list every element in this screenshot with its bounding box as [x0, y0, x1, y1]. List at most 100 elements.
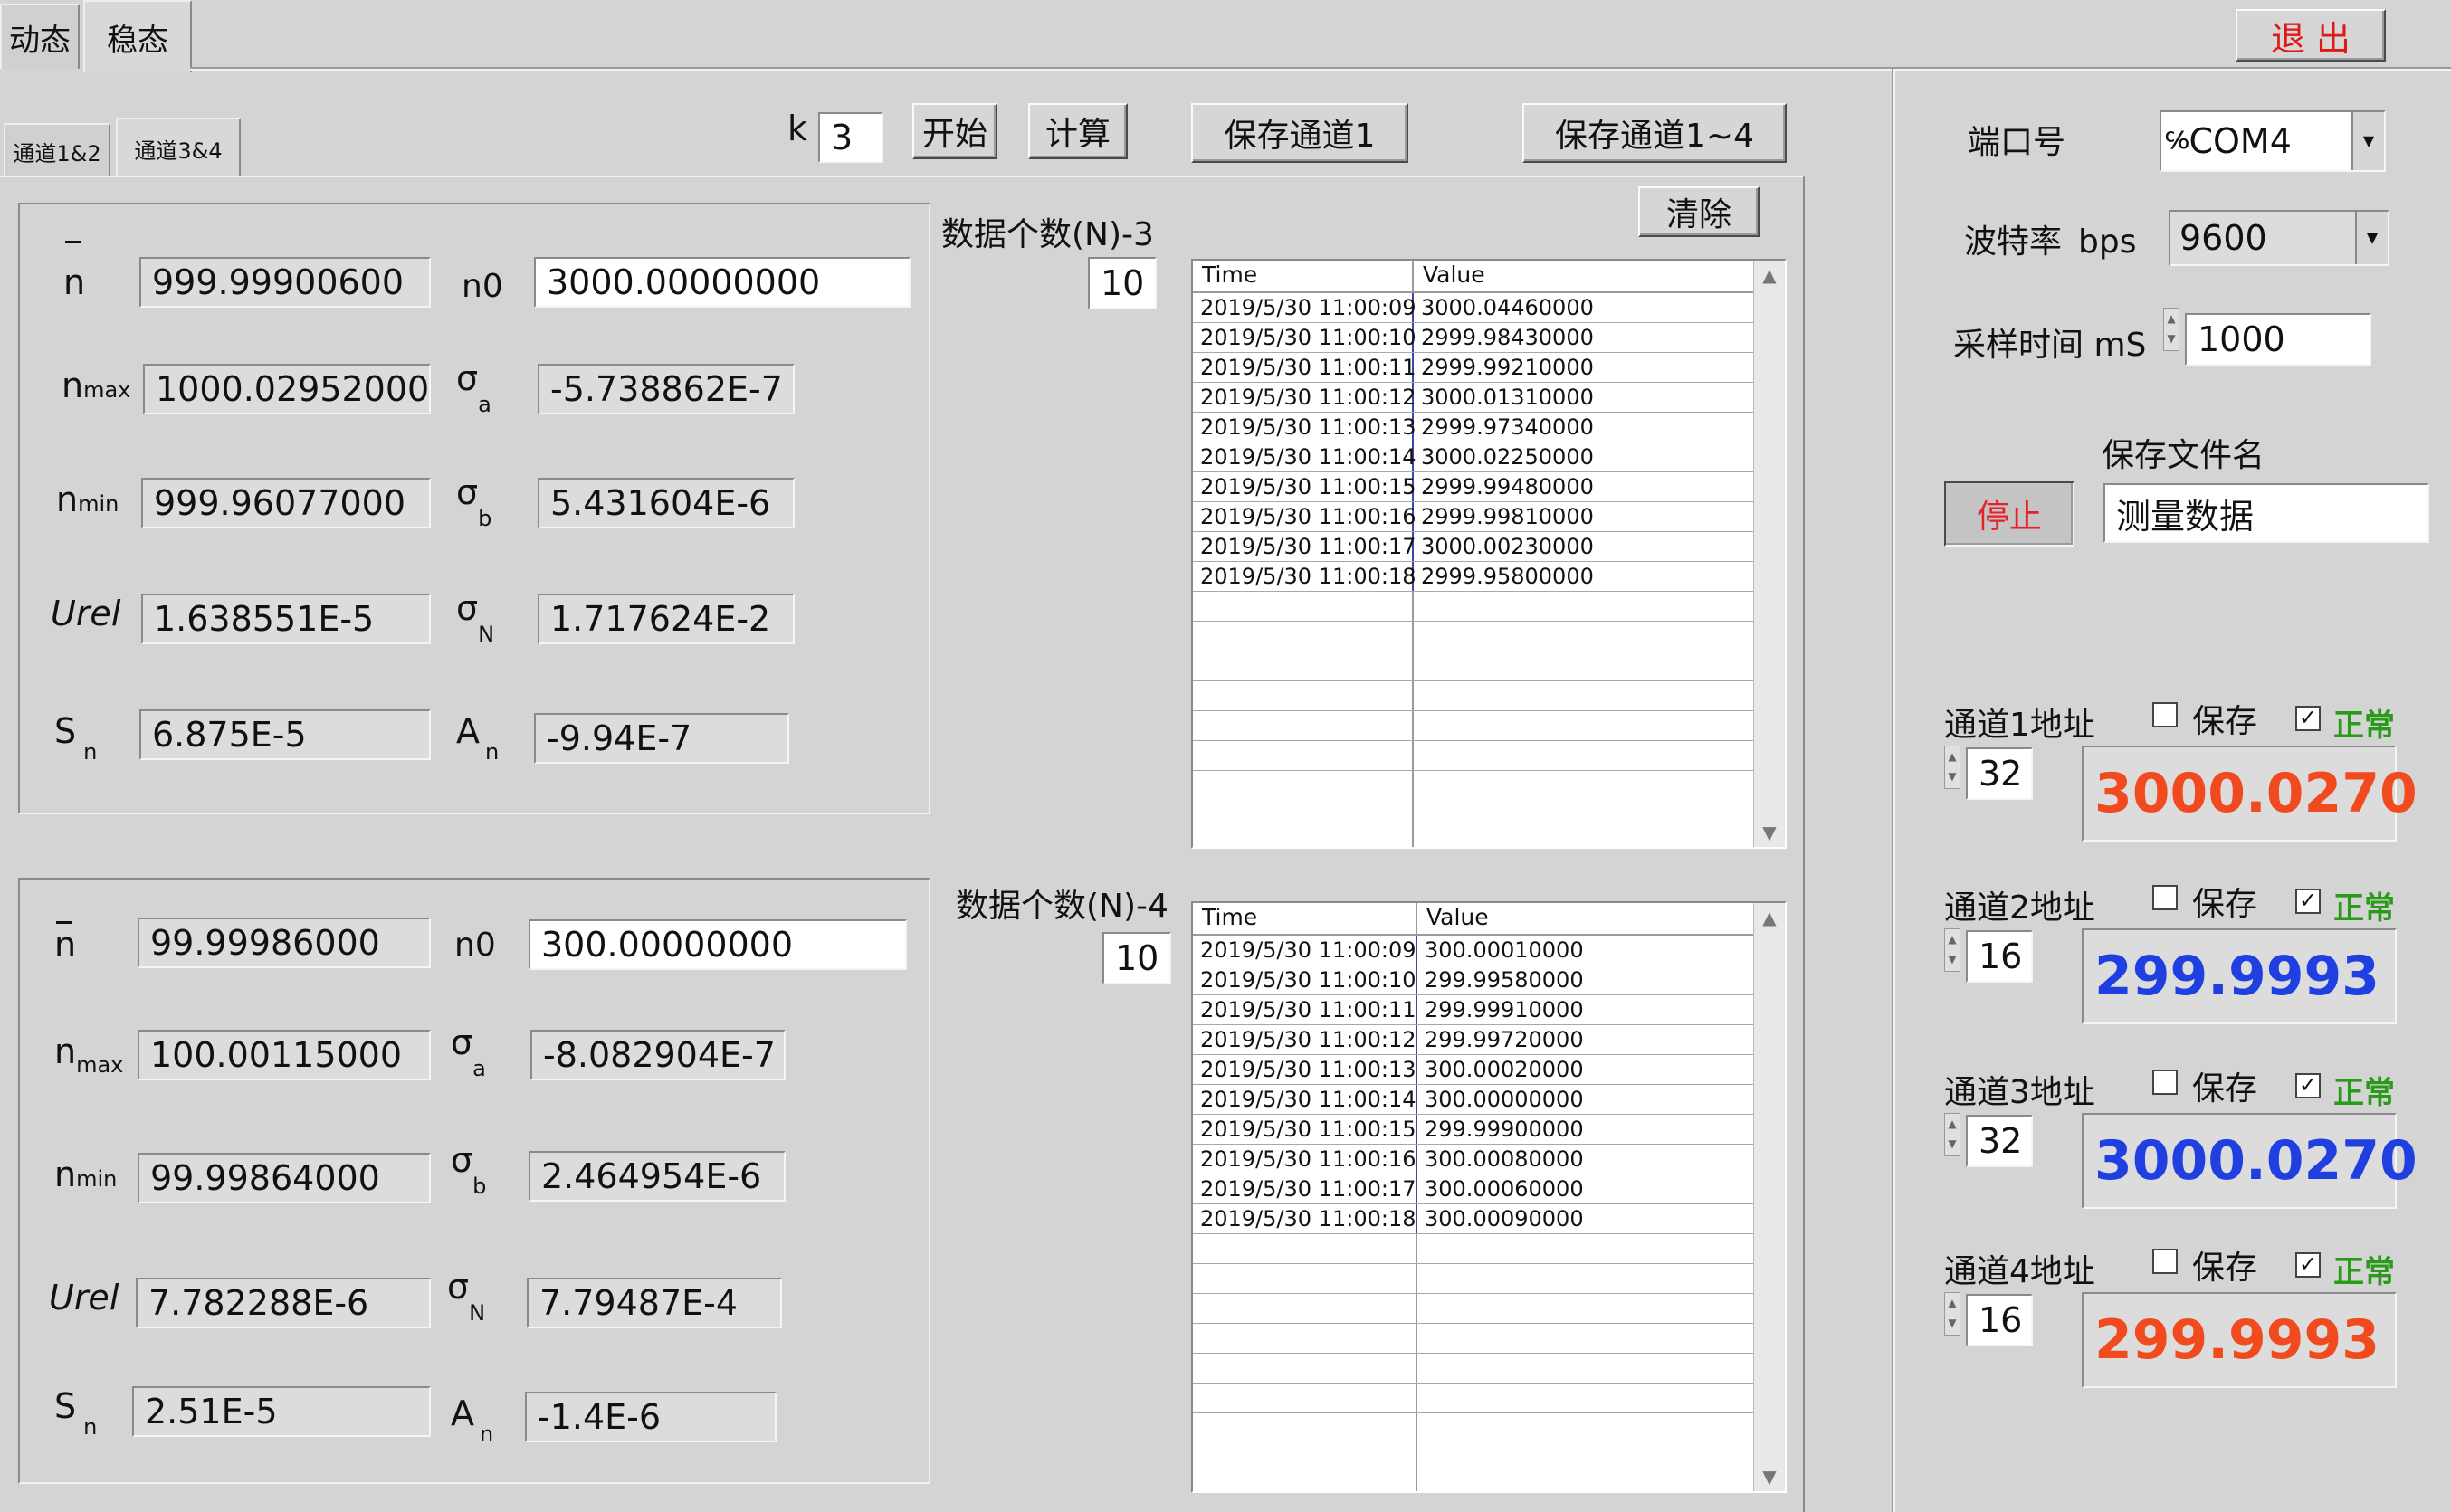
table-row[interactable]	[1193, 1384, 1758, 1413]
port-select[interactable]: ℅ COM4 ▼	[2160, 110, 2386, 172]
channel-3-address-input[interactable]: 32	[1966, 1115, 2033, 1167]
scroll-up-icon[interactable]: ▲	[1754, 261, 1785, 290]
channel-4-save-checkbox[interactable]	[2152, 1249, 2178, 1274]
stop-button[interactable]: 停止	[1944, 481, 2074, 547]
nmin-value: 999.96077000	[141, 478, 431, 528]
row-value	[1414, 592, 1421, 621]
data-count-input-3[interactable]: 10	[1088, 257, 1157, 309]
row-time	[1193, 1384, 1417, 1412]
n-bar-value-2: 99.99986000	[138, 918, 431, 968]
channel-4-ok-label: 正常	[2333, 1254, 2395, 1290]
table-row[interactable]: 2019/5/30 11:00:18 2999.95800000	[1193, 562, 1758, 592]
save-channel-1-button[interactable]: 保存通道1	[1191, 103, 1408, 163]
table-scrollbar[interactable]: ▲ ▼	[1753, 903, 1785, 1491]
start-button[interactable]: 开始	[912, 103, 997, 159]
channel-3-save-checkbox[interactable]	[2152, 1070, 2178, 1095]
row-time: 2019/5/30 11:00:18	[1193, 562, 1416, 591]
calculate-button[interactable]: 计算	[1028, 103, 1128, 159]
table-row[interactable]: 2019/5/30 11:00:13 2999.97340000	[1193, 413, 1758, 442]
filename-input[interactable]: 测量数据	[2103, 483, 2429, 543]
channel-2-save-checkbox[interactable]	[2152, 885, 2178, 910]
sigma-b-value: 5.431604E-6	[538, 478, 795, 528]
table-row[interactable]: 2019/5/30 11:00:11 2999.99210000	[1193, 353, 1758, 383]
table-row[interactable]: 2019/5/30 11:00:12 299.99720000	[1193, 1025, 1758, 1055]
table-row[interactable]	[1193, 1234, 1758, 1264]
table-row[interactable]: 2019/5/30 11:00:09 300.00010000	[1193, 936, 1758, 965]
urel-value-2: 7.782288E-6	[136, 1278, 431, 1328]
row-time	[1193, 622, 1414, 651]
table-row[interactable]	[1193, 1324, 1758, 1354]
table-row[interactable]: 2019/5/30 11:00:15 299.99900000	[1193, 1115, 1758, 1145]
an-label: An	[456, 711, 500, 765]
table-row[interactable]: 2019/5/30 11:00:15 2999.99480000	[1193, 472, 1758, 502]
channel-1-address-input[interactable]: 32	[1966, 747, 2033, 800]
table-row[interactable]: 2019/5/30 11:00:14 300.00000000	[1193, 1085, 1758, 1115]
scroll-up-icon[interactable]: ▲	[1754, 903, 1785, 932]
k-input[interactable]: 3	[818, 112, 883, 163]
row-value: 300.00080000	[1425, 1146, 1584, 1172]
save-all-channels-button[interactable]: 保存通道1~4	[1522, 103, 1787, 163]
table-row[interactable]	[1193, 651, 1758, 681]
channel-3-ok-checkbox[interactable]: ✓	[2295, 1073, 2321, 1098]
chevron-down-icon[interactable]: ▼	[2355, 212, 2388, 264]
channel-4-ok-checkbox[interactable]: ✓	[2295, 1252, 2321, 1278]
table-row[interactable]: 2019/5/30 11:00:11 299.99910000	[1193, 995, 1758, 1025]
an-label-2: An	[451, 1393, 494, 1447]
chevron-down-icon[interactable]: ▼	[2351, 112, 2384, 170]
channel-4-address-spinner-icon[interactable]: ▲ ▼	[1944, 1292, 1960, 1336]
table-row[interactable]: 2019/5/30 11:00:12 3000.01310000	[1193, 383, 1758, 413]
channel-1-address-spinner-icon[interactable]: ▲ ▼	[1944, 746, 1960, 789]
channel-1-save-checkbox[interactable]	[2152, 702, 2178, 727]
row-value: 3000.02250000	[1421, 444, 1594, 470]
table-row[interactable]	[1193, 1354, 1758, 1384]
channel-2-address-spinner-icon[interactable]: ▲ ▼	[1944, 928, 1960, 972]
channel-3-address-spinner-icon[interactable]: ▲ ▼	[1944, 1113, 1960, 1156]
tab-dynamic[interactable]: 动态	[0, 4, 80, 69]
table-row[interactable]: 2019/5/30 11:00:16 2999.99810000	[1193, 502, 1758, 532]
data-table-bottom[interactable]: Time Value 2019/5/30 11:00:09 300.0001000…	[1191, 901, 1787, 1493]
k-label: k	[787, 109, 808, 148]
table-scrollbar[interactable]: ▲ ▼	[1753, 261, 1785, 847]
channel-2-ok-checkbox[interactable]: ✓	[2295, 889, 2321, 914]
table-row[interactable]: 2019/5/30 11:00:14 3000.02250000	[1193, 442, 1758, 472]
scroll-down-icon[interactable]: ▼	[1754, 818, 1785, 847]
data-table-top[interactable]: Time Value 2019/5/30 11:00:09 3000.044600…	[1191, 259, 1787, 849]
table-row[interactable]: 2019/5/30 11:00:17 300.00060000	[1193, 1174, 1758, 1204]
channel-1-ok-label: 正常	[2333, 708, 2395, 744]
sample-spinner-icon[interactable]: ▲ ▼	[2163, 308, 2179, 351]
table-row[interactable]	[1193, 592, 1758, 622]
row-value: 300.00000000	[1425, 1087, 1584, 1112]
channel-3-ok-label: 正常	[2333, 1075, 2395, 1111]
channel-2-address-input[interactable]: 16	[1966, 930, 2033, 983]
table-row[interactable]: 2019/5/30 11:00:17 3000.00230000	[1193, 532, 1758, 562]
table-row[interactable]: 2019/5/30 11:00:10 299.99580000	[1193, 965, 1758, 995]
table-row[interactable]: 2019/5/30 11:00:09 3000.04460000	[1193, 293, 1758, 323]
table-row[interactable]: 2019/5/30 11:00:18 300.00090000	[1193, 1204, 1758, 1234]
scroll-down-icon[interactable]: ▼	[1754, 1462, 1785, 1491]
row-time: 2019/5/30 11:00:18	[1193, 1204, 1417, 1233]
table-row[interactable]	[1193, 1264, 1758, 1294]
sigma-b-value-2: 2.464954E-6	[529, 1151, 786, 1202]
row-time	[1193, 1264, 1417, 1293]
table-row[interactable]: 2019/5/30 11:00:13 300.00020000	[1193, 1055, 1758, 1085]
row-time: 2019/5/30 11:00:15	[1193, 472, 1416, 501]
table-row[interactable]	[1193, 1294, 1758, 1324]
table-row[interactable]	[1193, 622, 1758, 651]
table-row[interactable]	[1193, 711, 1758, 741]
baud-select[interactable]: 9600 ▼	[2169, 210, 2389, 266]
tab-channel-1-2[interactable]: 通道1&2	[4, 123, 110, 177]
channel-4-address-input[interactable]: 16	[1966, 1294, 2033, 1346]
table-row[interactable]	[1193, 681, 1758, 711]
channel-1-ok-checkbox[interactable]: ✓	[2295, 706, 2321, 731]
tab-steady[interactable]: 稳态	[83, 0, 192, 72]
n0-input-2[interactable]: 300.00000000	[529, 919, 907, 970]
table-row[interactable]: 2019/5/30 11:00:10 2999.98430000	[1193, 323, 1758, 353]
table-row[interactable]	[1193, 741, 1758, 771]
exit-button[interactable]: 退 出	[2236, 9, 2386, 62]
data-count-input-4[interactable]: 10	[1102, 932, 1171, 984]
table-row[interactable]: 2019/5/30 11:00:16 300.00080000	[1193, 1145, 1758, 1174]
tab-channel-3-4[interactable]: 通道3&4	[116, 118, 241, 177]
sample-time-input[interactable]: 1000	[2185, 313, 2371, 366]
n0-input[interactable]: 3000.00000000	[534, 257, 911, 308]
clear-button[interactable]: 清除	[1638, 186, 1760, 237]
